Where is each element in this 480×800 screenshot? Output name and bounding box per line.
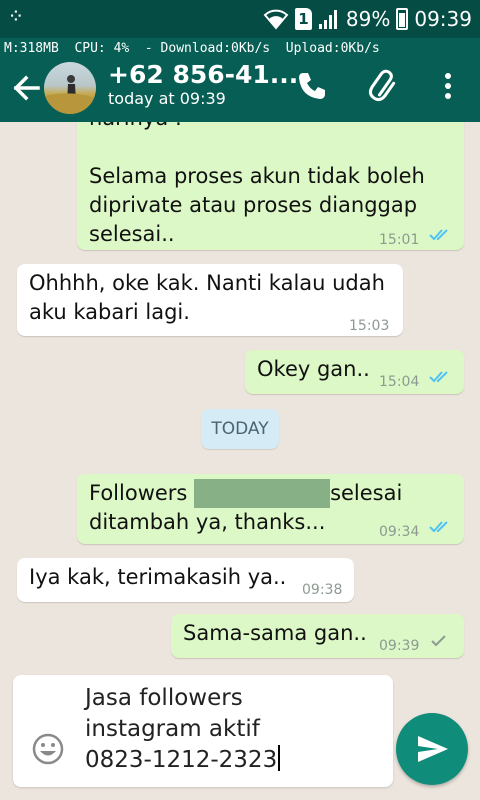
battery-icon bbox=[396, 8, 409, 30]
read-ticks-icon bbox=[429, 521, 448, 533]
message-text: diprivate atau proses dianggap bbox=[89, 193, 418, 217]
contact-name[interactable]: +62 856-41... bbox=[108, 60, 298, 89]
sim-indicator: 1 bbox=[294, 8, 312, 30]
message-time: 09:38 bbox=[302, 582, 343, 598]
upload-readout: Upload:0Kb/s bbox=[285, 41, 380, 56]
message-text: Ohhhh, oke kak. Nanti kalau udah bbox=[29, 271, 385, 295]
send-icon bbox=[418, 736, 448, 762]
message-bubble-incoming[interactable]: Ohhhh, oke kak. Nanti kalau udah aku kab… bbox=[17, 264, 403, 336]
emoji-icon[interactable] bbox=[31, 732, 65, 766]
more-vert-icon[interactable] bbox=[430, 68, 466, 104]
message-text: selesai.. bbox=[89, 222, 175, 246]
message-text: Iya kak, terimakasih ya.. bbox=[29, 565, 287, 589]
message-bubble-incoming[interactable]: Iya kak, terimakasih ya.. 09:38 bbox=[17, 558, 354, 602]
cpu-readout: CPU: 4% bbox=[74, 41, 130, 56]
input-line: 0823-1212-2323 bbox=[85, 747, 278, 773]
battery-percent: 89% bbox=[345, 7, 391, 31]
input-line: Jasa followers bbox=[85, 685, 243, 711]
status-bar: ⁘ 1 89% 09:39 bbox=[0, 0, 480, 38]
read-ticks-icon bbox=[429, 371, 448, 383]
wifi-icon bbox=[263, 9, 289, 30]
signal-icon bbox=[318, 10, 337, 29]
back-arrow-icon[interactable] bbox=[8, 68, 44, 108]
message-text: Sama-sama gan.. bbox=[183, 621, 367, 645]
message-time: 15:04 bbox=[379, 374, 420, 390]
redacted-block bbox=[194, 479, 331, 508]
message-text-line: Followers selesai bbox=[89, 479, 402, 508]
message-bubble-outgoing[interactable]: Okey gan.. 15:04 bbox=[245, 350, 464, 394]
message-time: 09:39 bbox=[379, 638, 420, 654]
avatar-person-icon bbox=[44, 75, 96, 114]
memory-readout: M:318MB bbox=[4, 41, 59, 56]
input-text[interactable]: Jasa followers instagram aktif 0823-1212… bbox=[85, 683, 281, 776]
read-ticks-icon bbox=[429, 229, 448, 241]
message-time: 15:03 bbox=[349, 318, 390, 334]
text-caret bbox=[278, 745, 281, 771]
date-divider: TODAY bbox=[201, 409, 279, 449]
message-bubble-outgoing[interactable]: Followers selesai ditambah ya, thanks...… bbox=[77, 474, 464, 544]
message-text: Selama proses akun tidak boleh bbox=[89, 164, 425, 188]
attach-icon[interactable] bbox=[366, 68, 402, 104]
chat-header: +62 856-41... today at 09:39 bbox=[0, 60, 480, 122]
system-monitor: M:318MB CPU: 4% - Download:0Kb/s Upload:… bbox=[0, 38, 480, 60]
bbm-icon: ⁘ bbox=[10, 9, 22, 25]
message-text: aku kabari lagi. bbox=[29, 300, 190, 324]
message-bubble-outgoing[interactable]: harinya : Selama proses akun tidak boleh… bbox=[77, 122, 464, 250]
message-text: selesai bbox=[330, 481, 403, 505]
send-button[interactable] bbox=[396, 713, 468, 785]
message-bubble-outgoing[interactable]: Sama-sama gan.. 09:39 bbox=[171, 614, 464, 658]
message-text: ditambah ya, thanks... bbox=[89, 510, 326, 534]
message-time: 15:01 bbox=[379, 232, 420, 248]
message-input[interactable]: Jasa followers instagram aktif 0823-1212… bbox=[13, 675, 393, 787]
avatar[interactable] bbox=[44, 62, 96, 114]
message-text: Followers bbox=[89, 481, 188, 505]
input-line: instagram aktif bbox=[85, 716, 260, 742]
status-right: 1 89% 09:39 bbox=[263, 5, 472, 33]
clock: 09:39 bbox=[414, 7, 472, 31]
delivered-tick-icon bbox=[431, 635, 446, 647]
message-text-partial: harinya : bbox=[89, 122, 182, 133]
message-text: Okey gan.. bbox=[257, 357, 370, 381]
download-readout: - Download:0Kb/s bbox=[144, 41, 271, 56]
last-seen: today at 09:39 bbox=[108, 89, 226, 108]
phone-icon[interactable] bbox=[294, 68, 330, 104]
message-time: 09:34 bbox=[379, 524, 420, 540]
